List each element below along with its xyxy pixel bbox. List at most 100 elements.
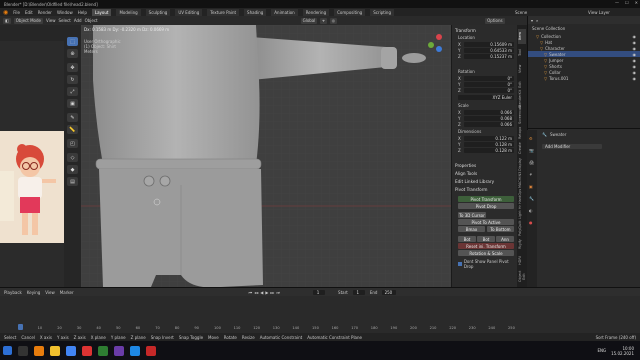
extra-tool-1-icon[interactable]: ◇ <box>67 153 78 162</box>
output-props-icon[interactable]: 🖨 <box>529 160 534 165</box>
pivot-to-active-button[interactable]: Pivot To Active <box>458 219 514 225</box>
select-box-icon[interactable]: ⬚ <box>67 37 78 46</box>
physics-props-icon[interactable]: ◐ <box>529 208 533 213</box>
location-y-field[interactable]: 0.64533 m <box>464 47 514 53</box>
edit-linked-header[interactable]: Edit Linked Library <box>455 179 494 184</box>
proportional-icon[interactable]: ◎ <box>329 17 338 24</box>
visibility-icon[interactable]: ◉ <box>633 52 637 57</box>
tab-modeling[interactable]: Modeling <box>116 8 141 16</box>
sidebar-tab[interactable]: Display <box>518 157 526 172</box>
options-dropdown[interactable]: Options <box>485 17 505 24</box>
view-layer-selector[interactable]: View Layer <box>588 10 610 15</box>
mode-dropdown[interactable]: Object Mode <box>13 17 43 24</box>
explorer-icon[interactable] <box>50 345 60 356</box>
clock-date[interactable]: 15.02.2021 <box>611 351 634 356</box>
cursor-icon[interactable]: ⊕ <box>67 49 78 58</box>
reset-transform-button[interactable]: Reset ini. Transform <box>458 243 514 249</box>
outliner-item[interactable]: ▽ Torus.001 ◉ <box>528 75 640 81</box>
sidebar-tab[interactable]: Screencast <box>518 105 526 124</box>
scene-collection[interactable]: Scene Collection <box>528 24 640 33</box>
add-modifier-button[interactable]: Add Modifier <box>542 144 602 149</box>
pivot-transform-header[interactable]: Pivot Transform <box>455 187 487 192</box>
sidebar-tab[interactable]: HardOps <box>518 189 526 204</box>
close-icon[interactable]: ✕ <box>635 0 638 5</box>
menu-render[interactable]: Render <box>38 10 52 15</box>
minimize-icon[interactable]: — <box>615 0 619 5</box>
scale-z-field[interactable]: 0.066 <box>464 121 514 127</box>
add-menu[interactable]: Add <box>74 18 82 23</box>
modifier-props-icon[interactable]: 🔧 <box>529 196 534 201</box>
move-icon[interactable]: ✥ <box>67 63 78 72</box>
pivot-drop-button[interactable]: Pivot Drop <box>458 203 514 209</box>
tab-layout[interactable]: Layout <box>91 8 112 16</box>
dont-show-checkbox[interactable]: Dont Show Panel Pivot Drop <box>458 259 517 269</box>
annotate-icon[interactable]: ✎ <box>67 113 78 122</box>
blender-taskbar-icon[interactable] <box>34 345 44 356</box>
app-icon-1[interactable] <box>82 345 92 356</box>
sidebar-tab[interactable]: View <box>518 61 526 76</box>
to-bottom-button[interactable]: To Bottom <box>487 226 514 232</box>
scene-props-icon[interactable]: ⚘ <box>529 172 533 177</box>
sidebar-tab[interactable]: Rigify <box>518 237 526 252</box>
playhead[interactable] <box>18 324 23 330</box>
object-props-icon[interactable]: ▣ <box>529 184 533 189</box>
visibility-icon[interactable]: ◉ <box>633 70 637 75</box>
app-icon-5[interactable] <box>146 345 156 356</box>
extra-tool-3-icon[interactable]: ▤ <box>67 177 78 186</box>
sidebar-tab[interactable]: Retopo <box>518 125 526 140</box>
language-indicator[interactable]: ENG <box>597 348 606 353</box>
sidebar-tab[interactable]: HDRI <box>518 253 526 268</box>
outliner-search-icon[interactable]: ⌕ <box>536 18 538 23</box>
scene-selector[interactable]: Scene <box>515 10 527 15</box>
orientation-dropdown[interactable]: Global <box>300 17 318 24</box>
visibility-icon[interactable]: ◉ <box>633 64 637 69</box>
select-menu[interactable]: Select <box>58 18 70 23</box>
scale-x-field[interactable]: 0.066 <box>464 109 514 115</box>
app-icon-4[interactable] <box>130 345 140 356</box>
sidebar-tab[interactable]: PolyQuilt <box>518 221 526 236</box>
dimension-x-field[interactable]: 0.122 m <box>464 135 514 141</box>
sidebar-tab[interactable]: Light Hr <box>518 205 526 220</box>
tab-compositing[interactable]: Compositing <box>334 8 366 16</box>
menu-help[interactable]: Help <box>78 10 87 15</box>
app-icon-2[interactable] <box>98 345 108 356</box>
tab-shading[interactable]: Shading <box>244 8 267 16</box>
measure-icon[interactable]: 📏 <box>67 125 78 134</box>
visibility-icon[interactable]: ◉ <box>633 40 637 45</box>
start-menu-icon[interactable] <box>3 346 12 355</box>
sidebar-tab[interactable]: Create <box>518 141 526 156</box>
sidebar-tab[interactable]: MACHIN3 <box>518 172 526 188</box>
ann-tab[interactable]: Ann <box>496 236 514 242</box>
location-x-field[interactable]: 0.15609 m <box>464 41 514 47</box>
tab-uv-editing[interactable]: UV Editing <box>175 8 203 16</box>
bmax-button[interactable]: Bmax <box>458 226 485 232</box>
rotation-y-field[interactable]: 0° <box>464 81 514 87</box>
view-menu[interactable]: View <box>46 18 56 23</box>
maximize-icon[interactable]: ☐ <box>625 0 629 5</box>
tool-props-icon[interactable]: ⚙ <box>529 136 533 141</box>
rotation-z-field[interactable]: 0° <box>464 87 514 93</box>
transform-header[interactable]: Transform <box>455 28 476 33</box>
tab-texture-paint[interactable]: Texture Paint <box>207 8 240 16</box>
search-icon[interactable] <box>18 345 28 356</box>
snap-icon[interactable]: ⌖ <box>320 17 327 24</box>
sidebar-tab[interactable]: Item <box>518 29 526 44</box>
menu-file[interactable]: File <box>13 10 20 15</box>
extra-tool-2-icon[interactable]: ◆ <box>67 165 78 174</box>
location-z-field[interactable]: 0.15237 m <box>464 53 514 59</box>
tab-scripting[interactable]: Scripting <box>370 8 395 16</box>
dimension-z-field[interactable]: 0.128 m <box>464 147 514 153</box>
transform-icon[interactable]: ▣ <box>67 99 78 108</box>
scale-icon[interactable]: ⤢ <box>67 87 78 96</box>
object-menu[interactable]: Object <box>85 18 98 23</box>
viewport-canvas[interactable] <box>81 25 451 287</box>
tab-sculpting[interactable]: Sculpting <box>145 8 171 16</box>
render-props-icon[interactable]: 📷 <box>529 148 534 153</box>
sidebar-tab[interactable]: Object Edit <box>518 269 526 284</box>
editor-type-button[interactable]: ◧ <box>3 17 11 24</box>
blender-logo-icon[interactable]: ◉ <box>3 9 8 16</box>
dimension-y-field[interactable]: 0.128 m <box>464 141 514 147</box>
chrome-icon[interactable] <box>66 345 76 356</box>
properties-header[interactable]: Properties <box>455 163 476 168</box>
material-props-icon[interactable]: ● <box>529 220 533 225</box>
